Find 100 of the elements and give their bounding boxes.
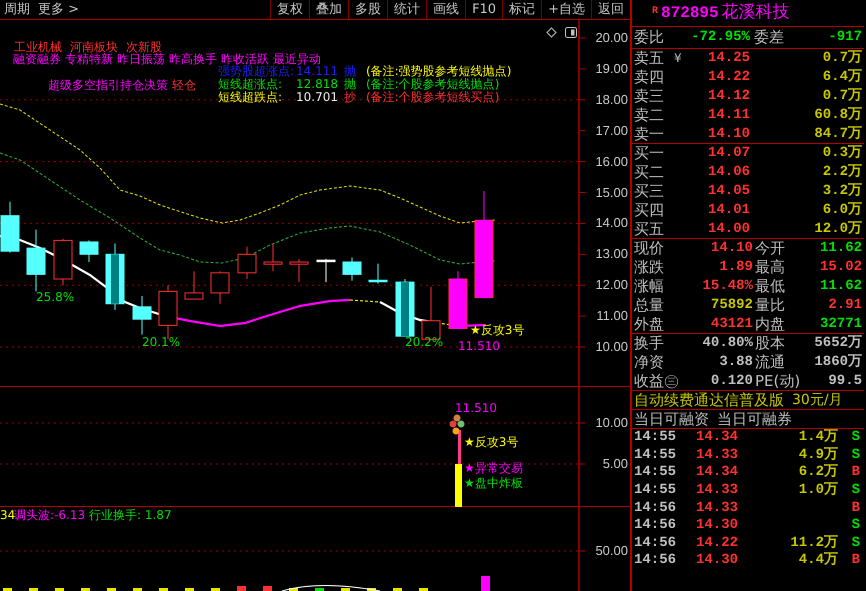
- order-volume: 60.8万: [814, 106, 862, 125]
- order-volume: 0.3万: [822, 144, 862, 163]
- tick-volume: 4.4万: [798, 551, 838, 570]
- stat-label: 内盘: [754, 314, 786, 334]
- concept-tag[interactable]: 昨高换手: [169, 53, 217, 66]
- indicator-readout: 行业换手: 1.87: [89, 509, 172, 522]
- signal-value: 14.111: [296, 65, 336, 78]
- sector-tag[interactable]: 次新股: [126, 41, 162, 54]
- axis-label: 20.00: [594, 31, 628, 45]
- stat-value: 1860万: [813, 353, 862, 372]
- candle: [132, 296, 152, 336]
- field-label: 委差: [754, 28, 785, 47]
- sector-tag[interactable]: 工业机械: [14, 41, 62, 54]
- tick-side: S: [850, 428, 860, 448]
- stat-label: 外盘: [634, 314, 665, 334]
- menu-link[interactable]: 周期: [0, 0, 34, 19]
- signal-label: 强势股超涨点:: [218, 65, 294, 78]
- order-label: 卖四: [634, 68, 665, 87]
- stat-value: 14.10: [710, 239, 753, 258]
- order-volume: 0.7万: [822, 87, 862, 106]
- badge-r: R: [652, 5, 658, 19]
- concept-tag[interactable]: 融资融券: [13, 53, 61, 66]
- signal-label: 短线超跌点:: [218, 91, 282, 104]
- stat-value: 0.120: [710, 372, 753, 390]
- tick-side: S: [850, 534, 860, 553]
- stat-value: 5652万: [813, 334, 862, 353]
- candle: [396, 278, 414, 337]
- tick-volume: 6.2万: [798, 463, 838, 482]
- stat-value: 2.91: [827, 296, 862, 315]
- order-price: 14.22: [708, 68, 750, 87]
- tick-price: 14.30: [696, 516, 740, 536]
- signal-tag: ★盘中炸板: [464, 477, 523, 490]
- promo-text: 自动续费通达信普及版: [634, 390, 784, 410]
- stat-value: 75892: [710, 296, 753, 315]
- gain-label: 20.1%: [142, 336, 180, 349]
- tick-time: 14:55: [634, 446, 678, 465]
- concept-tag[interactable]: 昨日振荡: [117, 53, 165, 66]
- tick-side: B: [850, 498, 860, 518]
- tick-price: 14.33: [696, 481, 740, 500]
- order-volume: 6.4万: [822, 68, 862, 87]
- axis-label: 10.00: [594, 340, 628, 354]
- order-volume: 3.2万: [822, 182, 862, 201]
- candle: [54, 238, 72, 286]
- axis-label: 50.00: [594, 544, 628, 558]
- axis-label: 13.00: [594, 247, 628, 262]
- candle: [106, 242, 124, 310]
- order-label: 卖三: [634, 87, 665, 106]
- candle: [316, 258, 336, 283]
- stat-value: 15.48%: [702, 277, 753, 296]
- margin-label: 当日可融券: [717, 410, 792, 428]
- sector-tag[interactable]: 河南板块: [70, 41, 118, 54]
- concept-tag[interactable]: 最近异动: [273, 53, 321, 66]
- order-label: 买一: [634, 144, 665, 163]
- signal-value: 12.818: [296, 78, 336, 91]
- gain-label: 20.2%: [405, 336, 444, 349]
- stock-code: 872895: [661, 3, 719, 24]
- tick-side: B: [850, 463, 860, 482]
- panel-toggle-icon[interactable]: [565, 27, 577, 38]
- field-value: -917: [827, 28, 862, 47]
- tick-volume: 1.4万: [798, 428, 838, 447]
- stat-label: 最高: [754, 258, 786, 277]
- signal-marker: ★反攻3号: [470, 324, 524, 337]
- stat-value: 11.62: [818, 239, 862, 258]
- signal-action: 抛: [344, 78, 356, 91]
- tick-time: 14:55: [634, 481, 678, 500]
- position-advice: 超级多空指引持仓决策: [48, 79, 168, 92]
- order-price: 14.00: [708, 220, 750, 238]
- diamond-icon[interactable]: [546, 27, 557, 38]
- axis-label: 16.00: [594, 154, 628, 169]
- position-level: 轻仓: [172, 79, 196, 92]
- candle: [0, 201, 20, 254]
- tick-price: 14.30: [696, 551, 740, 570]
- indicator-readout: 34: [0, 509, 16, 522]
- signal-tag: ★反攻3号: [464, 436, 518, 449]
- stat-value: 99.5: [827, 372, 862, 390]
- gain-label: 25.8%: [36, 291, 74, 304]
- signal-note: (备注:强势股参考短线抛点): [366, 65, 512, 78]
- axis-label: 10.00: [594, 416, 628, 430]
- tick-price: 14.33: [696, 498, 740, 518]
- order-price: 14.25: [708, 49, 750, 68]
- stat-value: 43121: [710, 314, 753, 334]
- axis-label: 19.00: [594, 62, 628, 76]
- stock-name: 花溪科技: [722, 1, 790, 24]
- stat-label: 流通: [754, 353, 786, 372]
- tick-volume: 4.9万: [798, 446, 838, 464]
- field-value: -72.95%: [690, 28, 750, 47]
- order-label: 卖二: [634, 106, 665, 125]
- candle: [184, 270, 204, 300]
- axis-label: 11.00: [595, 309, 628, 324]
- menu-link[interactable]: 更多 >: [34, 0, 84, 19]
- order-price: 14.01: [708, 201, 750, 220]
- tick-volume: 1.0万: [798, 481, 838, 500]
- concept-tag[interactable]: 昨收活跃: [221, 53, 269, 66]
- stat-label: 换手: [634, 334, 665, 353]
- candle: [80, 240, 98, 263]
- candle: [26, 229, 46, 292]
- concept-tag[interactable]: 专精特新: [65, 53, 113, 66]
- stat-label: 收益㊂: [634, 372, 680, 390]
- order-price: 14.07: [708, 144, 750, 163]
- order-volume: 12.0万: [814, 220, 862, 238]
